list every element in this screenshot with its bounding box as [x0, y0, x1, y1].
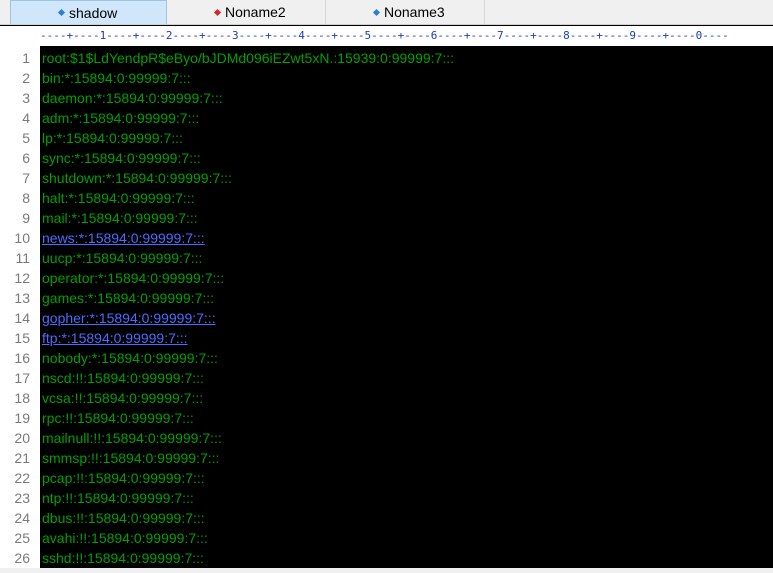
line-number: 26 [14, 550, 30, 566]
line-number: 22 [14, 470, 30, 486]
code-line: sync:*:15894:0:99999:7::: [42, 150, 201, 166]
code-line: halt:*:15894:0:99999:7::: [42, 190, 195, 206]
line-number: 4 [22, 110, 30, 126]
document-modified-icon [213, 8, 222, 16]
code-line: mail:*:15894:0:99999:7::: [42, 210, 198, 226]
code-line: adm:*:15894:0:99999:7::: [42, 110, 200, 126]
code-line: ntp:!!:15894:0:99999:7::: [42, 490, 194, 506]
code-line: smmsp:!!:15894:0:99999:7::: [42, 450, 220, 466]
line-number: 3 [22, 90, 30, 106]
tab-bar: shadow Noname2 Noname3 [0, 0, 773, 25]
tab-label: shadow [69, 4, 118, 21]
tab-shadow[interactable]: shadow [10, 0, 167, 24]
line-number: 20 [14, 430, 30, 446]
code-line: shutdown:*:15894:0:99999:7::: [42, 170, 232, 186]
code-line: nscd:!!:15894:0:99999:7::: [42, 370, 204, 386]
tab-noname2[interactable]: Noname2 [167, 0, 326, 24]
code-line: avahi:!!:15894:0:99999:7::: [42, 530, 208, 546]
line-number: 17 [14, 370, 30, 386]
document-icon [57, 8, 66, 17]
line-number: 23 [14, 490, 30, 506]
code-line: operator:*:15894:0:99999:7::: [42, 270, 225, 286]
line-number: 21 [14, 450, 30, 466]
tab-bar-padding [0, 0, 10, 24]
line-number: 8 [22, 190, 30, 206]
code-line: sshd:!!:15894:0:99999:7::: [42, 550, 204, 566]
line-number: 9 [22, 210, 30, 226]
document-icon [372, 8, 381, 16]
code-line: uucp:*:15894:0:99999:7::: [42, 250, 203, 266]
line-number: 24 [14, 510, 30, 526]
code-line: root:$1$LdYendpR$eByo/bJDMd096iEZwt5xN.:… [42, 50, 454, 66]
code-line: rpc:!!:15894:0:99999:7::: [42, 410, 194, 426]
line-number: 6 [22, 150, 30, 166]
text-editor-area[interactable]: root:$1$LdYendpR$eByo/bJDMd096iEZwt5xN.:… [40, 46, 773, 568]
line-number: 18 [14, 390, 30, 406]
line-number: 16 [14, 350, 30, 366]
code-line: bin:*:15894:0:99999:7::: [42, 70, 191, 86]
column-ruler: ----+----1----+----2----+----3----+----4… [40, 29, 729, 42]
line-number-gutter: 1 2 3 4 5 6 7 8 9 10 11 12 13 14 15 16 17 18 19 20 21 22 23 24 2… [0, 46, 40, 573]
code-line[interactable]: news:*:15894:0:99999:7::: [42, 228, 205, 248]
tab-noname3[interactable]: Noname3 [326, 0, 485, 24]
code-line: pcap:!!:15894:0:99999:7::: [42, 470, 205, 486]
code-line[interactable]: gopher:*:15894:0:99999:7::: [42, 308, 216, 328]
line-number: 12 [14, 270, 30, 286]
ruler-row: ----+----1----+----2----+----3----+----4… [0, 26, 773, 46]
line-number: 5 [22, 130, 30, 146]
tab-label: Noname2 [225, 4, 286, 20]
line-number: 14 [14, 310, 30, 326]
line-number: 2 [22, 70, 30, 86]
code-line[interactable]: ftp:*:15894:0:99999:7::: [42, 328, 188, 348]
code-line: dbus:!!:15894:0:99999:7::: [42, 510, 205, 526]
code-line: vcsa:!!:15894:0:99999:7::: [42, 390, 204, 406]
line-number: 1 [22, 50, 30, 66]
line-number: 15 [14, 330, 30, 346]
line-number: 19 [14, 410, 30, 426]
line-number: 7 [22, 170, 30, 186]
code-line: lp:*:15894:0:99999:7::: [42, 130, 183, 146]
line-number: 25 [14, 530, 30, 546]
line-number: 11 [15, 250, 30, 266]
line-number: 10 [14, 230, 30, 246]
code-line: nobody:*:15894:0:99999:7::: [42, 350, 218, 366]
code-line: games:*:15894:0:99999:7::: [42, 290, 215, 306]
tab-label: Noname3 [384, 4, 445, 20]
code-line: daemon:*:15894:0:99999:7::: [42, 90, 223, 106]
line-number: 13 [14, 290, 30, 306]
horizontal-scrollbar[interactable] [0, 568, 773, 573]
code-line: mailnull:!!:15894:0:99999:7::: [42, 430, 222, 446]
